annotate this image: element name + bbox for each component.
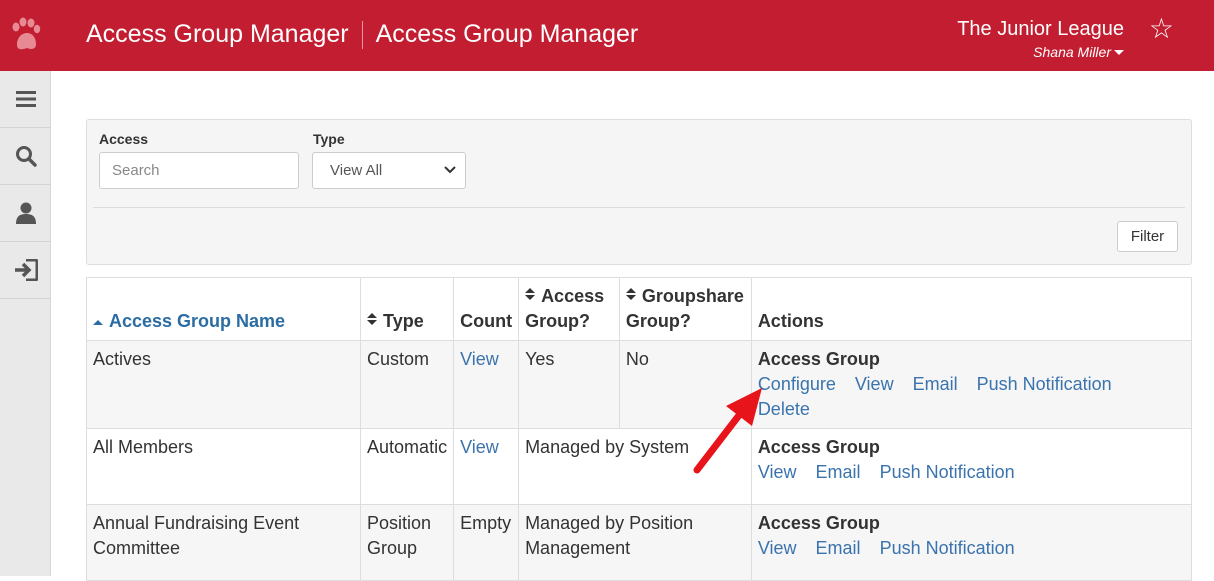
sort-ascending-icon [93, 320, 103, 325]
sort-icon [625, 288, 636, 300]
user-menu[interactable]: Shana Miller [1033, 44, 1124, 60]
sidebar-item-search[interactable] [0, 128, 51, 185]
type-select-value: View All [330, 162, 383, 179]
column-header-name[interactable]: Access Group Name [85, 277, 362, 341]
group-name: All Members [85, 428, 362, 505]
email-link[interactable]: Email [913, 374, 958, 394]
email-link[interactable]: Email [816, 462, 861, 482]
group-type: Custom [360, 340, 455, 429]
table-row: All Members Automatic View Managed by Sy… [85, 428, 1193, 505]
column-header-type[interactable]: Type [360, 277, 455, 341]
access-search-input[interactable] [99, 152, 299, 189]
push-notification-link[interactable]: Push Notification [880, 538, 1015, 558]
column-header-name-label: Access Group Name [109, 311, 286, 331]
managed-by-line-2: Management [525, 538, 631, 558]
chevron-down-icon [444, 166, 456, 174]
column-header-groupshare-label-2: Group? [625, 311, 691, 331]
group-type: Position [367, 513, 432, 533]
action-title: Access Group [757, 437, 880, 457]
group-name: Actives [85, 340, 362, 429]
view-link[interactable]: View [758, 538, 797, 558]
filter-button[interactable]: Filter [1117, 221, 1178, 252]
column-header-count: Count [453, 277, 520, 341]
count-view-link[interactable]: View [460, 437, 499, 457]
group-type: Automatic [360, 428, 455, 505]
table-row: Annual Fundraising Event Committee Positi… [85, 504, 1193, 581]
filter-panel: Access Type View All Filter [86, 119, 1192, 265]
push-notification-link[interactable]: Push Notification [977, 374, 1112, 394]
annotation-arrow-icon [693, 388, 762, 474]
managed-by: Managed by Position [525, 513, 694, 533]
sidebar-item-logout[interactable] [0, 242, 51, 299]
app-title: Access Group Manager [86, 20, 349, 48]
type-select[interactable]: View All [312, 152, 466, 189]
group-name-line-2: Committee [93, 538, 181, 558]
type-label: Type [313, 131, 345, 147]
column-header-access-label-2: Group? [525, 311, 591, 331]
top-bar: Access Group Manager Access Group Manage… [0, 0, 1214, 71]
sort-icon [525, 288, 536, 300]
group-type-line-2: Group [367, 538, 418, 558]
filter-divider [93, 207, 1185, 208]
menu-icon [15, 91, 36, 107]
user-name: Shana Miller [1033, 44, 1111, 60]
paw-logo-icon[interactable] [8, 15, 42, 55]
column-header-actions: Actions [750, 277, 1193, 341]
sort-icon [367, 313, 378, 325]
sidebar [0, 71, 51, 576]
user-icon [15, 202, 36, 224]
caret-down-icon [1114, 49, 1124, 55]
star-icon[interactable]: ☆ [1149, 15, 1174, 43]
access-label: Access [99, 131, 149, 147]
view-link[interactable]: View [855, 374, 894, 394]
column-header-groupshare[interactable]: Groupshare Group? [618, 277, 752, 341]
count-value: Empty [453, 504, 520, 581]
action-title: Access Group [757, 349, 880, 369]
group-name: Annual Fundraising Event [93, 513, 300, 533]
access-group-value: Yes [518, 340, 620, 429]
sidebar-item-menu[interactable] [0, 71, 51, 128]
table-row: Actives Custom View Yes No Access Group … [85, 340, 1193, 429]
count-view-link[interactable]: View [460, 349, 499, 369]
column-header-access-label: Access [541, 286, 605, 306]
access-groups-table: Access Group Name Type Count Access Group… [85, 277, 1193, 581]
organization-name: The Junior League [957, 18, 1124, 40]
column-header-access-group[interactable]: Access Group? [518, 277, 620, 341]
action-title: Access Group [757, 513, 880, 533]
search-icon [15, 146, 37, 167]
sidebar-item-user[interactable] [0, 185, 51, 242]
column-header-type-label: Type [383, 311, 424, 331]
column-header-groupshare-label: Groupshare [641, 286, 744, 306]
email-link[interactable]: Email [816, 538, 861, 558]
push-notification-link[interactable]: Push Notification [880, 462, 1015, 482]
title-divider [361, 20, 363, 49]
logout-icon [14, 259, 38, 281]
page-title: Access Group Manager [375, 20, 639, 48]
